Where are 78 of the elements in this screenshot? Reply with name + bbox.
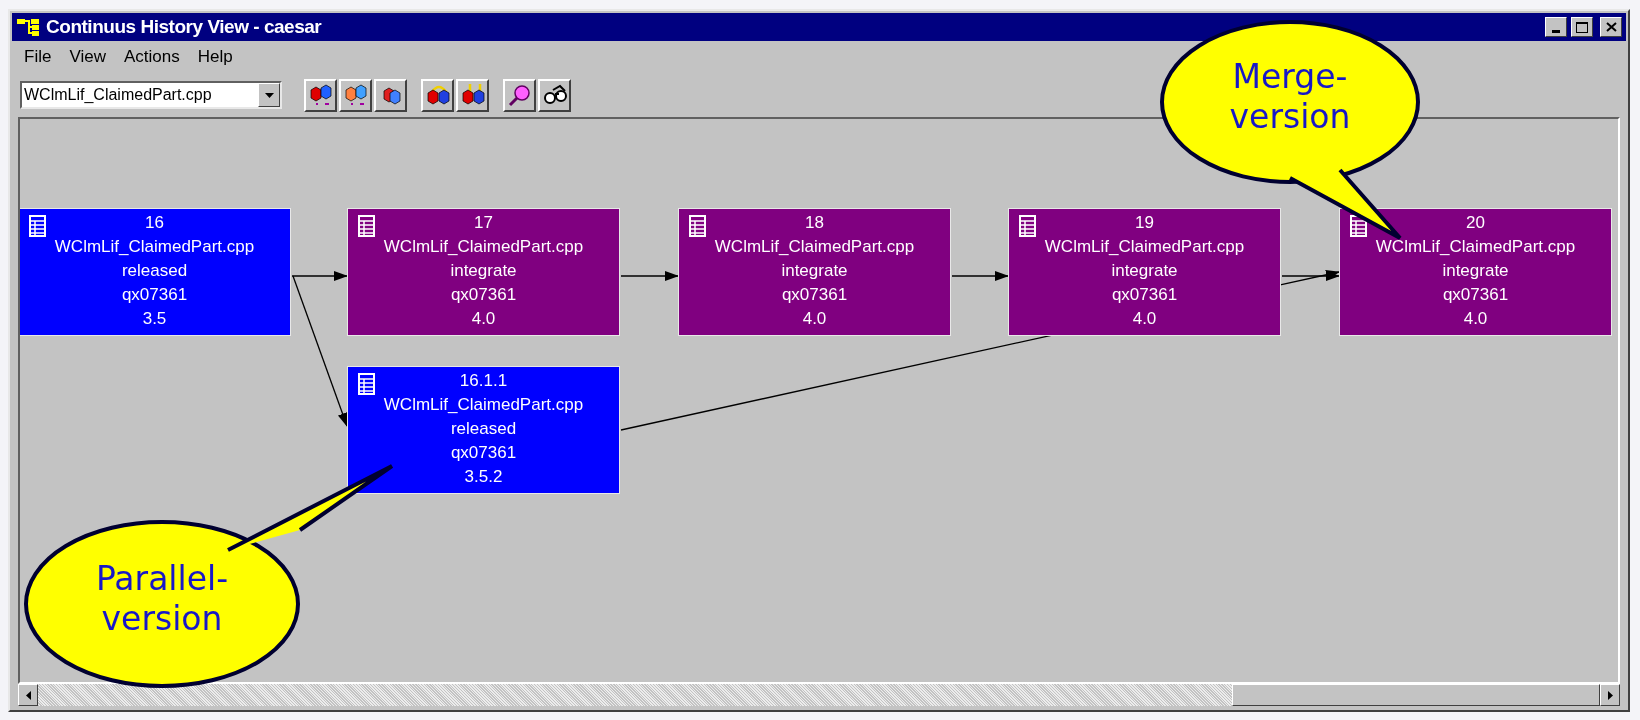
node-status: integrate bbox=[1111, 260, 1178, 282]
toolbar-button[interactable] bbox=[339, 78, 372, 112]
node-owner: qx07361 bbox=[1442, 284, 1509, 306]
node-file: WClmLif_ClaimedPart.cpp bbox=[383, 394, 584, 416]
node-owner: qx07361 bbox=[450, 442, 517, 464]
node-version: 4.0 bbox=[471, 308, 496, 330]
close-button[interactable] bbox=[1600, 17, 1622, 37]
node-number: 16 bbox=[145, 212, 164, 234]
node-owner: qx07361 bbox=[121, 284, 188, 306]
toolbar-button[interactable] bbox=[421, 78, 454, 112]
node-file: WClmLif_ClaimedPart.cpp bbox=[383, 236, 584, 258]
node-status: released bbox=[121, 260, 188, 282]
node-owner: qx07361 bbox=[450, 284, 517, 306]
menu-item[interactable]: Actions bbox=[123, 44, 180, 70]
window-title: Continuus History View - caesar bbox=[46, 14, 322, 39]
node-number: 17 bbox=[474, 212, 493, 234]
node-file: WClmLif_ClaimedPart.cpp bbox=[1375, 236, 1576, 258]
version-node[interactable]: 18 WClmLif_ClaimedPart.cpp integrate qx07361 4.0 bbox=[678, 208, 951, 336]
node-version: 4.0 bbox=[802, 308, 827, 330]
node-status: integrate bbox=[450, 260, 517, 282]
version-node[interactable]: 19 WClmLif_ClaimedPart.cpp integrate qx07361 4.0 bbox=[1008, 208, 1281, 336]
callout-text: Parallel- bbox=[95, 559, 229, 598]
magnifier-icon bbox=[506, 82, 533, 108]
left-arrow-icon bbox=[25, 690, 31, 700]
close-icon bbox=[1605, 22, 1617, 32]
file-icon bbox=[1019, 215, 1036, 237]
file-icon bbox=[358, 215, 375, 237]
node-status: integrate bbox=[781, 260, 848, 282]
node-file: WClmLif_ClaimedPart.cpp bbox=[714, 236, 915, 258]
version-node[interactable]: 16 WClmLif_ClaimedPart.cpp released qx07361 3.5 bbox=[20, 208, 291, 336]
version-node[interactable]: 17 WClmLif_ClaimedPart.cpp integrate qx07361 4.0 bbox=[347, 208, 620, 336]
toolbar-button[interactable] bbox=[503, 78, 536, 112]
cubes-icon bbox=[342, 82, 369, 108]
maximize-icon bbox=[1576, 21, 1588, 33]
menu-item[interactable]: File bbox=[24, 44, 52, 70]
scroll-right-button[interactable] bbox=[1600, 684, 1620, 706]
file-icon bbox=[689, 215, 706, 237]
version-node[interactable]: 16.1.1 WClmLif_ClaimedPart.cpp released qx07361 3.5.2 bbox=[347, 366, 620, 494]
node-number: 19 bbox=[1135, 212, 1154, 234]
toolbar-button[interactable] bbox=[304, 78, 337, 112]
minimize-icon bbox=[1552, 30, 1560, 33]
right-arrow-icon bbox=[1607, 690, 1613, 700]
toolbar-button[interactable] bbox=[374, 78, 407, 112]
dropdown-value: WClmLif_ClaimedPart.cpp bbox=[23, 85, 213, 105]
callout-text: version bbox=[101, 599, 223, 638]
node-owner: qx07361 bbox=[781, 284, 848, 306]
dropdown-arrow-button[interactable] bbox=[258, 83, 280, 107]
minimize-button[interactable] bbox=[1545, 17, 1567, 37]
file-dropdown[interactable]: WClmLif_ClaimedPart.cpp bbox=[20, 81, 282, 109]
maximize-button[interactable] bbox=[1571, 17, 1593, 37]
node-file: WClmLif_ClaimedPart.cpp bbox=[54, 236, 255, 258]
version-node[interactable]: 20 WClmLif_ClaimedPart.cpp integrate qx07361 4.0 bbox=[1339, 208, 1612, 336]
caret-icon bbox=[264, 92, 274, 98]
menu-item[interactable]: Help bbox=[197, 44, 233, 70]
cubes-icon bbox=[307, 82, 334, 108]
toolbar-button[interactable] bbox=[538, 78, 571, 112]
scroll-left-button[interactable] bbox=[18, 684, 38, 706]
node-version: 4.0 bbox=[1132, 308, 1157, 330]
tree-icon bbox=[16, 16, 42, 38]
node-version: 3.5 bbox=[142, 308, 167, 330]
horizontal-scrollbar[interactable] bbox=[18, 684, 1620, 706]
node-version: 3.5.2 bbox=[464, 466, 503, 488]
node-status: integrate bbox=[1442, 260, 1509, 282]
file-icon bbox=[29, 215, 46, 237]
file-icon bbox=[358, 373, 375, 395]
node-number: 20 bbox=[1466, 212, 1485, 234]
callout-text: Merge- bbox=[1232, 57, 1348, 96]
callout-text: version bbox=[1229, 97, 1351, 136]
scrollbar-thumb[interactable] bbox=[1232, 684, 1600, 706]
node-owner: qx07361 bbox=[1111, 284, 1178, 306]
node-number: 18 bbox=[805, 212, 824, 234]
node-number: 16.1.1 bbox=[459, 370, 508, 392]
node-file: WClmLif_ClaimedPart.cpp bbox=[1044, 236, 1245, 258]
toolbar-button[interactable] bbox=[456, 78, 489, 112]
menu-item[interactable]: View bbox=[69, 44, 106, 70]
file-icon bbox=[1350, 215, 1367, 237]
node-version: 4.0 bbox=[1463, 308, 1488, 330]
node-status: released bbox=[450, 418, 517, 440]
